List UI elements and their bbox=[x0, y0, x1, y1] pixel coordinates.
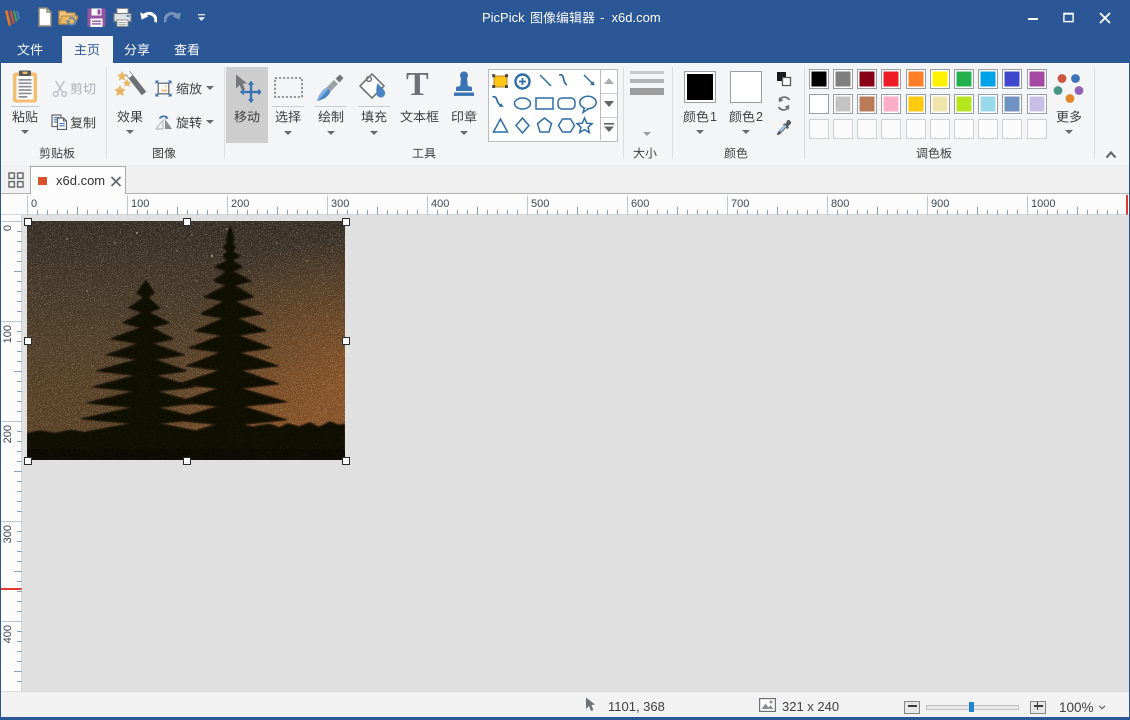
svg-text:0: 0 bbox=[31, 198, 37, 210]
svg-text:400: 400 bbox=[2, 625, 14, 643]
svg-text:0: 0 bbox=[2, 225, 14, 231]
svg-text:900: 900 bbox=[931, 198, 949, 210]
svg-text:500: 500 bbox=[531, 198, 549, 210]
svg-text:600: 600 bbox=[631, 198, 649, 210]
svg-text:100: 100 bbox=[131, 198, 149, 210]
svg-text:100: 100 bbox=[2, 325, 14, 343]
svg-text:300: 300 bbox=[2, 525, 14, 543]
svg-text:300: 300 bbox=[331, 198, 349, 210]
svg-text:200: 200 bbox=[231, 198, 249, 210]
svg-text:1000: 1000 bbox=[1031, 198, 1055, 210]
svg-text:200: 200 bbox=[2, 425, 14, 443]
svg-text:700: 700 bbox=[731, 198, 749, 210]
svg-text:400: 400 bbox=[431, 198, 449, 210]
svg-text:800: 800 bbox=[831, 198, 849, 210]
